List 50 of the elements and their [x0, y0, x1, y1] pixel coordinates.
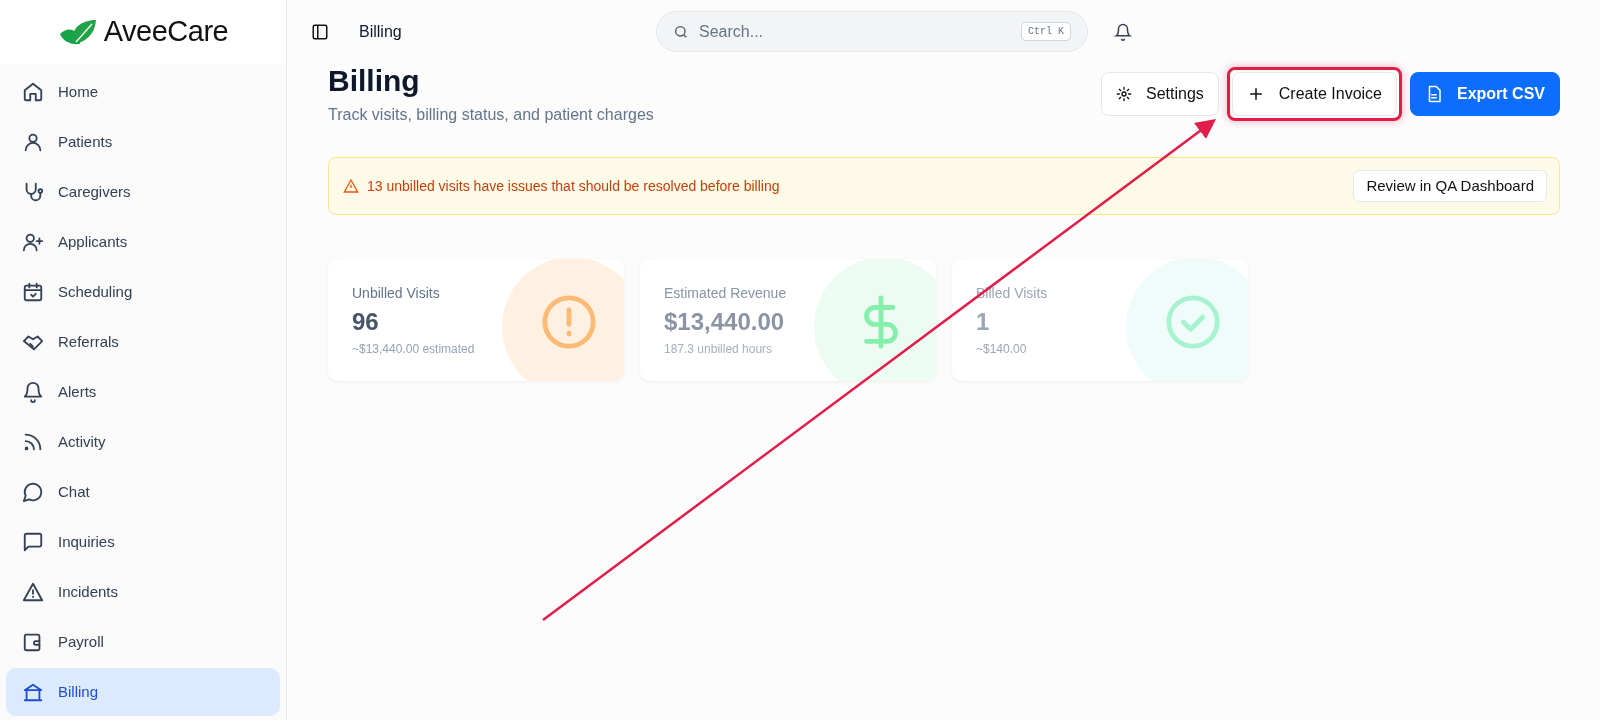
sidebar-item[interactable]: Chat [6, 468, 280, 516]
brand-name: AveeCare [103, 14, 229, 50]
warning-icon [343, 178, 359, 194]
search-icon [673, 23, 689, 40]
user-icon [22, 131, 44, 153]
search-input[interactable]: Search... [697, 18, 1013, 45]
stat-note: ~$140.00 [976, 341, 1028, 358]
sidebar-item[interactable]: Applicants [6, 218, 280, 266]
settings-icon [1116, 86, 1132, 102]
sidebar-item[interactable]: Billing [6, 668, 280, 716]
sidebar-item[interactable]: Activity [6, 418, 280, 466]
warning-icon [22, 581, 44, 603]
sidebar-item[interactable]: Alerts [6, 368, 280, 416]
stat-value: 96 [352, 307, 380, 337]
review-qa-button[interactable]: Review in QA Dashboard [1353, 169, 1547, 203]
sidebar-item[interactable]: Inquiries [6, 518, 280, 566]
sidebar-item[interactable]: Home [6, 68, 280, 116]
create-invoice-button[interactable]: Create Invoice [1231, 72, 1397, 116]
export-button[interactable]: Export CSV [1410, 72, 1560, 116]
bell-icon[interactable] [1114, 22, 1132, 41]
search-field[interactable]: Search... Ctrl K [656, 11, 1088, 52]
home-icon [22, 81, 44, 103]
breadcrumb: Billing [359, 22, 402, 42]
check-circle-icon [1164, 293, 1222, 351]
settings-button[interactable]: Settings [1101, 72, 1219, 116]
exclamation-circle-icon [540, 293, 598, 351]
chat-bubble-icon [22, 481, 44, 503]
sidebar-item[interactable]: Payroll [6, 618, 280, 666]
page-subtitle: Track visits, billing status, and patient charges [328, 105, 654, 125]
warning-message: 13 unbilled visits have issues that should be resolved before billing [367, 176, 781, 196]
user-plus-icon [22, 231, 44, 253]
sidebar-item[interactable]: Referrals [6, 318, 280, 366]
bank-icon [22, 681, 44, 703]
stat-value: $13,440.00 [664, 307, 786, 337]
sidebar-item[interactable]: Caregivers [6, 168, 280, 216]
stat-value: 1 [976, 307, 991, 337]
keyboard-shortcut: Ctrl K [1021, 22, 1071, 41]
calendar-icon [22, 281, 44, 303]
stat-note: 187.3 unbilled hours [664, 341, 774, 358]
bell-icon [22, 381, 44, 403]
sidebar-item[interactable]: Incidents [6, 568, 280, 616]
stat-note: ~$13,440.00 estimated [352, 341, 476, 358]
stat-label: Unbilled Visits [352, 284, 441, 303]
page-title: Billing [328, 64, 421, 97]
leaf-logo-icon [57, 18, 98, 46]
stat-label: Estimated Revenue [664, 284, 788, 303]
sidebar-item[interactable]: Scheduling [6, 268, 280, 316]
sidebar-item[interactable]: Patients [6, 118, 280, 166]
rss-icon [22, 431, 44, 453]
sidebar-toggle-icon[interactable] [311, 23, 329, 41]
